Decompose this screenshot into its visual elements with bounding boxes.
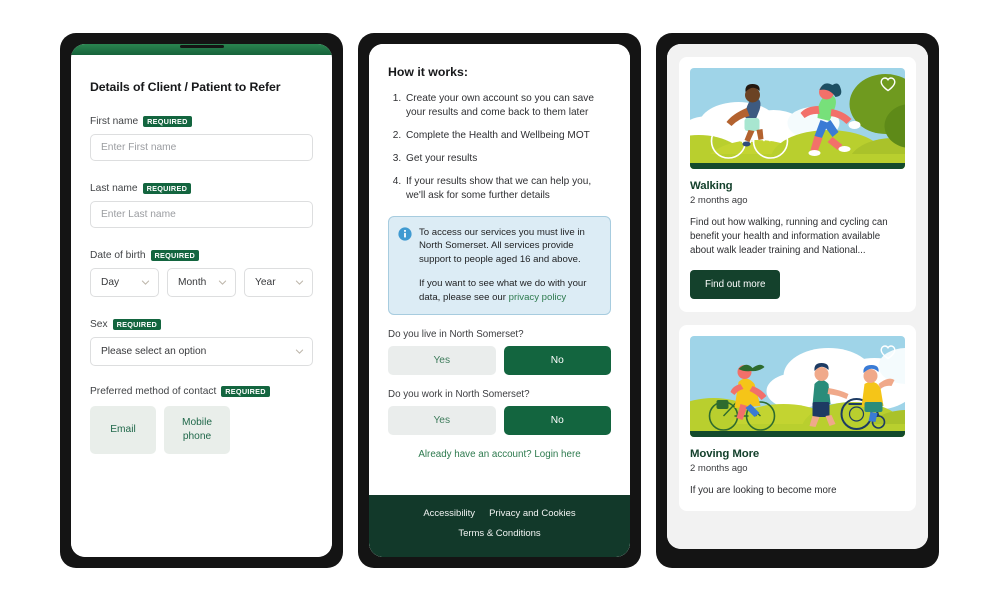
first-name-label: First name bbox=[90, 116, 139, 127]
referral-form-body: Details of Client / Patient to Refer Fir… bbox=[71, 80, 332, 557]
contact-option-email[interactable]: Email bbox=[90, 406, 156, 454]
field-first-name: First name REQUIRED Enter First name bbox=[90, 116, 313, 161]
dob-day-value: Day bbox=[101, 277, 120, 288]
dob-day-select[interactable]: Day bbox=[90, 268, 159, 297]
required-badge: REQUIRED bbox=[143, 116, 192, 127]
chevron-down-icon bbox=[295, 347, 304, 356]
favourite-heart-icon[interactable] bbox=[878, 74, 898, 94]
question-work-yes-button[interactable]: Yes bbox=[388, 405, 496, 435]
find-out-more-button[interactable]: Find out more bbox=[690, 269, 781, 299]
required-badge: REQUIRED bbox=[150, 250, 200, 261]
list-item: Complete the Health and Wellbeing MOT bbox=[404, 129, 611, 143]
contact-options-row: Email Mobile phone bbox=[90, 406, 313, 454]
footer-links-row-1: Accessibility Privacy and Cookies bbox=[381, 508, 618, 519]
sex-label-row: Sex REQUIRED bbox=[90, 319, 313, 330]
first-name-input[interactable]: Enter First name bbox=[90, 134, 313, 161]
footer-link-terms-and-conditions[interactable]: Terms & Conditions bbox=[458, 528, 540, 539]
contact-label: Preferred method of contact bbox=[90, 386, 217, 397]
screen-articles-list: Walking 2 months ago Find out how walkin… bbox=[667, 44, 928, 549]
sex-select[interactable]: Please select an option bbox=[90, 337, 313, 366]
article-title: Moving More bbox=[690, 447, 760, 460]
info-icon bbox=[398, 226, 412, 241]
dob-month-value: Month bbox=[178, 277, 207, 288]
list-item: Create your own account so you can save … bbox=[404, 92, 611, 120]
list-item: Get your results bbox=[404, 152, 611, 166]
question-work-no-button[interactable]: No bbox=[503, 405, 611, 435]
info-paragraph-1: To access our services you must live in … bbox=[419, 226, 585, 265]
last-name-input[interactable]: Enter Last name bbox=[90, 201, 313, 228]
footer-link-accessibility[interactable]: Accessibility bbox=[423, 508, 475, 519]
dob-month-select[interactable]: Month bbox=[167, 268, 236, 297]
info-box-text: To access our services you must live in … bbox=[419, 226, 600, 305]
contact-label-row: Preferred method of contact REQUIRED bbox=[90, 386, 313, 397]
dob-selects-row: Day Month Year bbox=[90, 268, 313, 297]
question-work-options: Yes No bbox=[388, 405, 611, 435]
footer-link-privacy-and-cookies[interactable]: Privacy and Cookies bbox=[489, 508, 576, 519]
how-it-works-title: How it works: bbox=[388, 65, 468, 79]
field-last-name: Last name REQUIRED Enter Last name bbox=[90, 183, 313, 228]
last-name-label: Last name bbox=[90, 183, 138, 194]
chevron-down-icon bbox=[295, 278, 304, 287]
field-date-of-birth: Date of birth REQUIRED Day Month Year bbox=[90, 250, 313, 297]
article-thumbnail-moving-more bbox=[690, 335, 905, 437]
eligibility-info-box: To access our services you must live in … bbox=[388, 215, 611, 315]
dob-year-select[interactable]: Year bbox=[244, 268, 313, 297]
sex-label: Sex bbox=[90, 319, 108, 330]
last-name-label-row: Last name REQUIRED bbox=[90, 183, 313, 194]
chevron-down-icon bbox=[218, 278, 227, 287]
login-link[interactable]: Already have an account? Login here bbox=[388, 449, 611, 460]
article-thumbnail-walking bbox=[690, 68, 905, 169]
screen-how-it-works: How it works: Create your own account so… bbox=[369, 44, 630, 557]
dob-label-row: Date of birth REQUIRED bbox=[90, 250, 313, 261]
article-title: Walking bbox=[690, 180, 733, 192]
app-header-bar bbox=[71, 44, 332, 55]
phone-notch bbox=[179, 45, 224, 48]
list-item: If your results show that we can help yo… bbox=[404, 175, 611, 203]
required-badge: REQUIRED bbox=[142, 183, 192, 194]
question-live-no-button[interactable]: No bbox=[503, 345, 611, 375]
privacy-policy-link[interactable]: privacy policy bbox=[509, 292, 567, 303]
article-description: If you are looking to become more bbox=[690, 484, 837, 496]
sex-selected-value: Please select an option bbox=[101, 346, 207, 357]
required-badge: REQUIRED bbox=[112, 319, 162, 330]
first-name-label-row: First name REQUIRED bbox=[90, 116, 313, 127]
phone-mockup-how-it-works: How it works: Create your own account so… bbox=[358, 33, 641, 568]
article-description: Find out how walking, running and cyclin… bbox=[690, 217, 888, 256]
chevron-down-icon bbox=[141, 278, 150, 287]
screen-referral-form: Details of Client / Patient to Refer Fir… bbox=[71, 44, 332, 557]
question-live-label: Do you live in North Somerset? bbox=[388, 328, 524, 340]
how-it-works-body: How it works: Create your own account so… bbox=[369, 44, 630, 557]
footer-links-row-2: Terms & Conditions bbox=[381, 523, 618, 541]
favourite-heart-icon[interactable] bbox=[878, 342, 898, 362]
info-paragraph-2: If you want to see what we do with your … bbox=[419, 277, 600, 304]
how-it-works-steps: Create your own account so you can save … bbox=[388, 92, 611, 203]
phone-mockup-articles: Walking 2 months ago Find out how walkin… bbox=[656, 33, 939, 568]
dob-year-value: Year bbox=[255, 277, 276, 288]
list-item[interactable]: Moving More 2 months ago If you are look… bbox=[679, 324, 916, 511]
contact-option-mobile-phone[interactable]: Mobile phone bbox=[164, 406, 230, 454]
page-footer: Accessibility Privacy and Cookies Terms … bbox=[369, 495, 630, 557]
article-date: 2 months ago bbox=[690, 462, 748, 474]
question-live-options: Yes No bbox=[388, 345, 611, 375]
question-work-label: Do you work in North Somerset? bbox=[388, 388, 530, 400]
articles-list-body[interactable]: Walking 2 months ago Find out how walkin… bbox=[667, 44, 928, 549]
list-item[interactable]: Walking 2 months ago Find out how walkin… bbox=[679, 57, 916, 312]
question-live-yes-button[interactable]: Yes bbox=[388, 345, 496, 375]
article-date: 2 months ago bbox=[690, 195, 748, 206]
screenshot-stage: Details of Client / Patient to Refer Fir… bbox=[0, 0, 1000, 600]
field-sex: Sex REQUIRED Please select an option bbox=[90, 319, 313, 366]
phone-mockup-referral-form: Details of Client / Patient to Refer Fir… bbox=[60, 33, 343, 568]
field-preferred-contact: Preferred method of contact REQUIRED Ema… bbox=[90, 386, 313, 454]
required-badge: REQUIRED bbox=[221, 386, 270, 397]
dob-label: Date of birth bbox=[90, 250, 146, 261]
page-title: Details of Client / Patient to Refer bbox=[90, 80, 281, 94]
